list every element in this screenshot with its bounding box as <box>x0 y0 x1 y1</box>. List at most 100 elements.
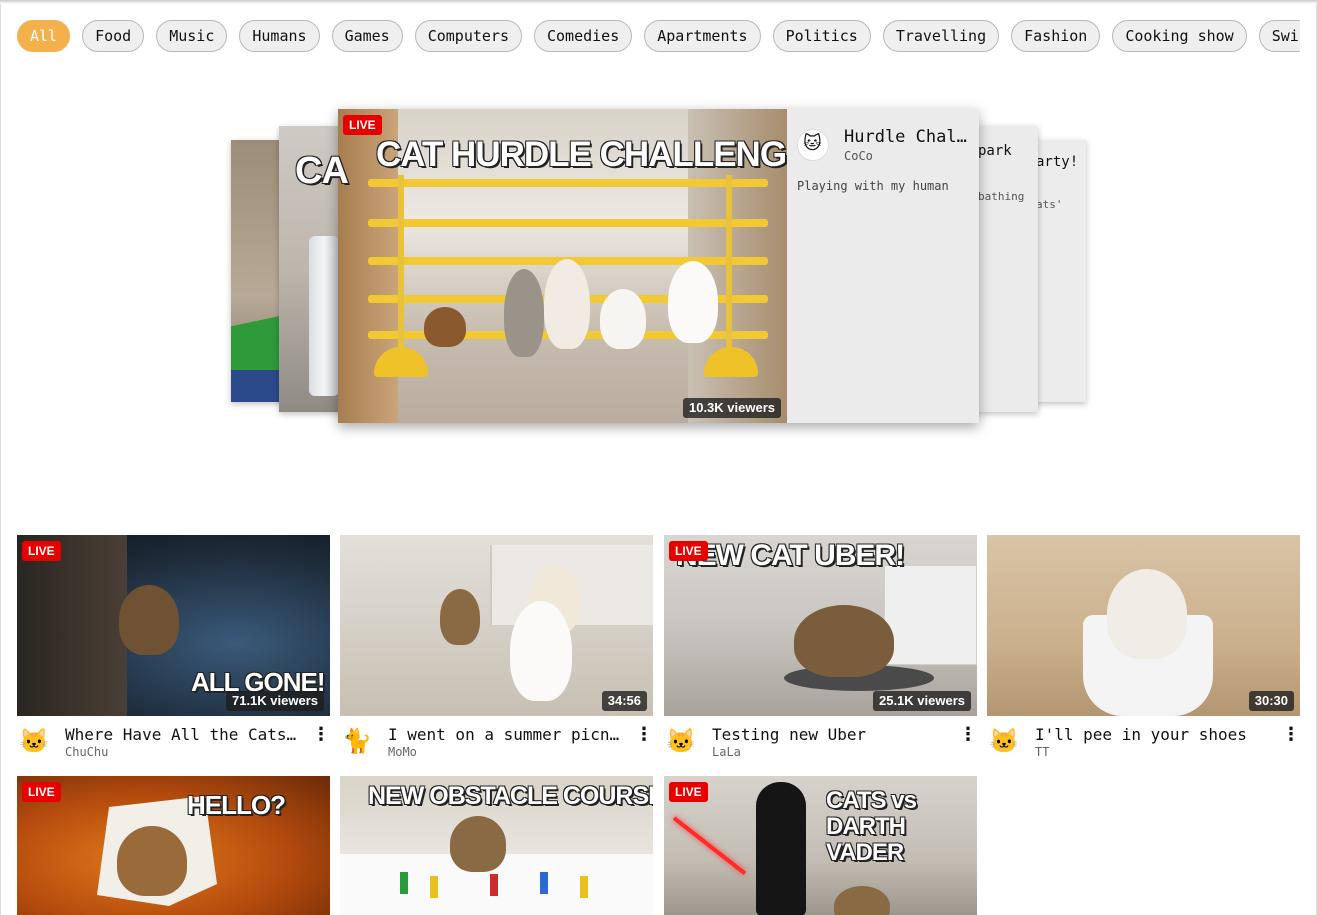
video-title[interactable]: I'll pee in your shoes <box>1035 725 1275 744</box>
video-channel[interactable]: LaLa <box>712 745 741 759</box>
thumb-scene <box>987 535 1300 716</box>
channel-avatar[interactable]: 🐱 <box>666 727 696 755</box>
category-chip-bar: All Food Music Humans Games Computers Comedies… <box>17 20 1300 52</box>
thumb-caption: NEW CAT UBER! <box>676 539 905 572</box>
channel-avatar[interactable]: 🐱 <box>19 727 49 755</box>
cat-face-icon: 🐱 <box>803 133 822 154</box>
thumb-caption: CA <box>295 150 349 192</box>
live-badge: LIVE <box>669 782 708 802</box>
video-thumbnail[interactable]: CATS vs DARTH VADER LIVE <box>664 776 977 915</box>
domino <box>430 876 438 898</box>
carousel-card-sub: ats' <box>1036 198 1063 211</box>
video-meta: 🐱 I'll pee in your shoes TT ⋮ <box>987 725 1300 760</box>
cat-wet <box>1107 569 1187 659</box>
chip-swimming[interactable]: Swi <box>1258 20 1300 52</box>
chip-all[interactable]: All <box>17 20 71 52</box>
thumb-scene: ALL GONE! <box>17 535 330 716</box>
carousel-card-title: arty! <box>1036 154 1079 170</box>
live-badge: LIVE <box>22 541 61 561</box>
duration-badge: 34:56 <box>601 691 647 711</box>
featured-title[interactable]: Hurdle Chal… <box>844 127 969 147</box>
live-badge: LIVE <box>343 115 382 135</box>
domino <box>400 872 408 894</box>
hurdle-post <box>398 175 404 375</box>
chip-apartments[interactable]: Apartments <box>644 20 761 52</box>
thumb-scene: HELLO? <box>17 776 330 915</box>
top-edge <box>0 0 1317 4</box>
cat-white-3 <box>668 261 718 343</box>
hurdle-bar <box>368 219 768 227</box>
viewer-count-badge: 25.1K viewers <box>872 691 971 711</box>
cat-peeking <box>119 585 179 655</box>
viewer-count-badge: 10.3K viewers <box>682 398 781 418</box>
more-options-icon[interactable]: ⋮ <box>312 725 330 745</box>
video-title[interactable]: I went on a summer picn… <box>388 725 628 744</box>
thumb-caption: CAT HURDLE CHALLENGE! <box>376 135 787 174</box>
chip-cooking-show[interactable]: Cooking show <box>1112 20 1247 52</box>
domino <box>540 872 548 894</box>
domino <box>490 874 498 896</box>
cat-riding <box>794 605 894 677</box>
live-badge: LIVE <box>22 782 61 802</box>
video-meta: 🐱 Testing new Uber LaLa ⋮ <box>664 725 977 760</box>
more-options-icon[interactable]: ⋮ <box>1282 725 1300 745</box>
chip-politics[interactable]: Politics <box>772 20 871 52</box>
video-thumbnail[interactable]: HELLO? LIVE <box>17 776 330 915</box>
video-meta: 🐱 Where Have All the Cats… ChuChu ⋮ <box>17 725 330 760</box>
cat-peeking <box>117 826 187 896</box>
featured-card[interactable]: CAT HURDLE CHALLENGE! LIVE 10.3K viewers… <box>338 109 979 423</box>
video-title[interactable]: Testing new Uber <box>712 725 952 744</box>
cat-white-2 <box>600 289 646 349</box>
domino <box>580 876 588 898</box>
more-options-icon[interactable]: ⋮ <box>635 725 653 745</box>
hurdle-bar <box>368 179 768 187</box>
chip-travelling[interactable]: Travelling <box>882 20 1000 52</box>
chip-fashion[interactable]: Fashion <box>1011 20 1101 52</box>
chip-food[interactable]: Food <box>82 20 145 52</box>
live-badge: LIVE <box>669 541 708 561</box>
chip-games[interactable]: Games <box>331 20 403 52</box>
video-thumbnail[interactable]: NEW OBSTACLE COURSE <box>340 776 653 915</box>
video-channel[interactable]: MoMo <box>388 745 417 759</box>
video-channel[interactable]: TT <box>1035 745 1049 759</box>
featured-channel[interactable]: CoCo <box>844 149 873 163</box>
cabinet-side <box>17 535 127 716</box>
shelf <box>884 565 977 665</box>
featured-carousel: CA arty! ats' park bathing CAT HURDLE CH… <box>0 100 1317 440</box>
thumb-scene: NEW OBSTACLE COURSE <box>340 776 653 915</box>
carousel-card-title: park <box>978 143 1012 159</box>
video-title[interactable]: Where Have All the Cats… <box>65 725 305 744</box>
chip-music[interactable]: Music <box>156 20 228 52</box>
featured-thumbnail[interactable]: CAT HURDLE CHALLENGE! LIVE 10.3K viewers <box>338 109 787 423</box>
video-thumbnail[interactable]: ALL GONE! LIVE 71.1K viewers <box>17 535 330 716</box>
chip-computers[interactable]: Computers <box>414 20 522 52</box>
duration-badge: 30:30 <box>1248 691 1294 711</box>
cat-white <box>510 601 572 701</box>
thumb-caption: HELLO? <box>187 790 286 820</box>
viewer-count-badge: 71.1K viewers <box>225 691 324 711</box>
chip-comedies[interactable]: Comedies <box>534 20 633 52</box>
thumb-scene <box>340 535 653 716</box>
cat-tabby <box>834 886 890 915</box>
lightsaber <box>672 816 747 875</box>
featured-info-panel: 🐱 Hurdle Chal… CoCo Playing with my huma… <box>787 109 979 423</box>
video-channel[interactable]: ChuChu <box>65 745 108 759</box>
channel-avatar[interactable]: 🐱 <box>989 727 1019 755</box>
bottle-shape <box>309 236 339 396</box>
cat-tabby <box>450 816 506 872</box>
more-options-icon[interactable]: ⋮ <box>959 725 977 745</box>
channel-avatar[interactable]: 🐱 <box>797 129 829 161</box>
video-meta: 🐈 I went on a summer picn… MoMo ⋮ <box>340 725 653 760</box>
video-thumbnail[interactable]: NEW CAT UBER! LIVE 25.1K viewers <box>664 535 977 716</box>
hurdle-post <box>726 175 732 375</box>
cat-tabby <box>504 269 544 357</box>
video-thumbnail[interactable]: 34:56 <box>340 535 653 716</box>
thumb-scene: NEW CAT UBER! <box>664 535 977 716</box>
channel-avatar[interactable]: 🐈 <box>342 727 372 755</box>
cat-white-1 <box>544 259 590 349</box>
carousel-card-sub: bathing <box>978 190 1025 203</box>
cat-orange <box>424 307 466 347</box>
cat-tabby <box>440 589 480 645</box>
video-thumbnail[interactable]: 30:30 <box>987 535 1300 716</box>
chip-humans[interactable]: Humans <box>239 20 320 52</box>
